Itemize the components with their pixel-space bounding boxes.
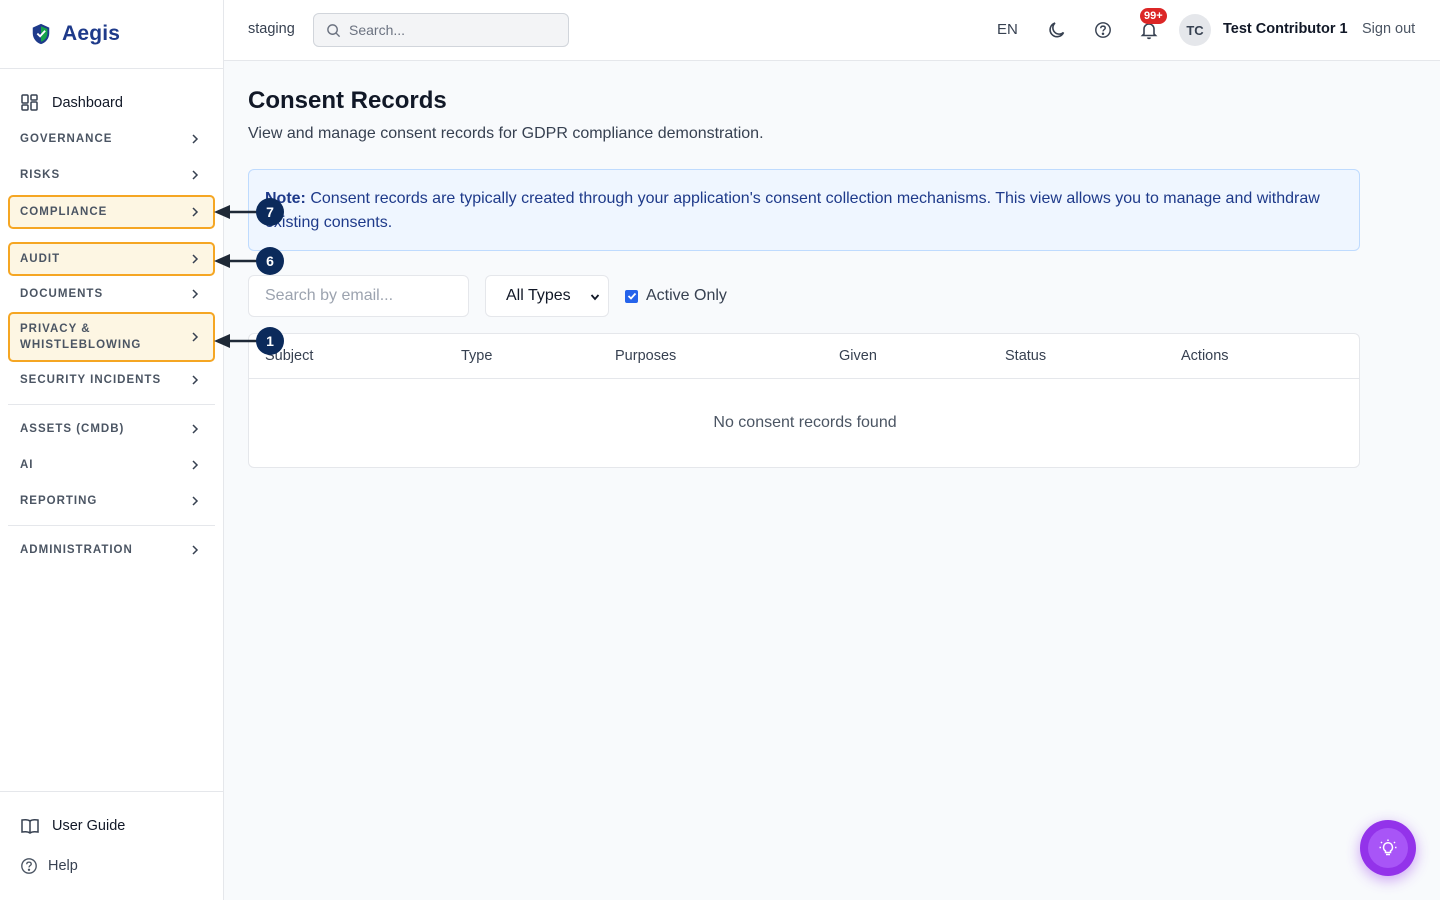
sidebar-section-security-incidents[interactable]: SECURITY INCIDENTS [0, 362, 223, 398]
sidebar-section-governance[interactable]: GOVERNANCE [0, 121, 223, 157]
sidebar-section-risks[interactable]: RISKS [0, 157, 223, 193]
help-label: Help [48, 858, 78, 874]
user-name[interactable]: Test Contributor 1 [1223, 21, 1348, 37]
sidebar-section-label: PRIVACY & WHISTLEBLOWING [20, 323, 142, 351]
chevron-right-icon [192, 496, 199, 506]
sidebar-section-label: SECURITY INCIDENTS [20, 374, 162, 386]
chevron-right-icon [192, 207, 199, 217]
chevron-right-icon [192, 332, 199, 342]
check-icon [627, 292, 636, 300]
sidebar-section-audit[interactable]: AUDIT [8, 242, 215, 276]
sidebar-nav: Dashboard GOVERNANCE RISKS COMPLIANCE AU… [0, 85, 223, 568]
help-circle-icon[interactable] [1094, 21, 1112, 39]
sidebar-item-dashboard[interactable]: Dashboard [0, 85, 223, 121]
info-note: Note: Consent records are typically crea… [248, 169, 1360, 251]
type-select-value: All Types [506, 287, 571, 304]
sidebar-section-label: COMPLIANCE [20, 206, 108, 218]
divider [8, 525, 215, 526]
chevron-right-icon [192, 424, 199, 434]
sidebar-section-assets[interactable]: ASSETS (CMDB) [0, 411, 223, 447]
column-header-type[interactable]: Type [461, 348, 492, 364]
sign-out-button[interactable]: Sign out [1362, 21, 1415, 37]
brand-name: Aegis [62, 22, 121, 45]
notification-badge: 99+ [1140, 8, 1167, 24]
sidebar-section-label: REPORTING [20, 495, 98, 507]
chevron-down-icon [590, 294, 600, 301]
email-search-input[interactable] [248, 275, 469, 317]
empty-state-message: No consent records found [713, 414, 897, 431]
column-header-purposes[interactable]: Purposes [615, 348, 676, 364]
callout-number: 7 [256, 198, 284, 226]
sidebar-section-label: AI [20, 459, 34, 471]
callout-privacy: 1 [214, 327, 284, 355]
page-subtitle: View and manage consent records for GDPR… [248, 125, 764, 142]
sidebar-section-compliance[interactable]: COMPLIANCE [8, 195, 215, 229]
sidebar-section-label: ASSETS (CMDB) [20, 423, 125, 435]
page-title: Consent Records [248, 87, 447, 114]
search-icon [327, 23, 341, 37]
sidebar-section-label: GOVERNANCE [20, 133, 113, 145]
consent-records-table: Subject Type Purposes Given Status Actio… [248, 333, 1360, 468]
active-only-checkbox[interactable] [625, 289, 638, 303]
top-header: staging EN 99+ TC Test Contributor 1 Sig… [224, 0, 1440, 61]
column-header-actions: Actions [1181, 348, 1229, 364]
environment-label: staging [248, 21, 295, 37]
callout-number: 1 [256, 327, 284, 355]
book-icon [21, 818, 39, 834]
note-text: Consent records are typically created th… [265, 190, 1320, 231]
sidebar: Aegis Dashboard GOVERNANCE RISKS COMPLIA… [0, 0, 224, 900]
global-search[interactable] [313, 13, 569, 47]
sidebar-footer: User Guide Help [0, 791, 223, 900]
callout-number: 6 [256, 247, 284, 275]
sidebar-section-privacy[interactable]: PRIVACY & WHISTLEBLOWING [8, 312, 215, 362]
callout-audit: 6 [214, 247, 284, 275]
user-guide-label: User Guide [52, 818, 126, 834]
type-select[interactable]: All Types [485, 275, 609, 317]
user-guide-link[interactable]: User Guide [0, 806, 223, 846]
chevron-right-icon [192, 170, 199, 180]
sidebar-section-administration[interactable]: ADMINISTRATION [0, 532, 223, 568]
sidebar-section-reporting[interactable]: REPORTING [0, 483, 223, 519]
dashboard-grid-icon [21, 94, 38, 111]
table-header: Subject Type Purposes Given Status Actio… [249, 334, 1359, 379]
sidebar-item-label: Dashboard [52, 95, 123, 111]
chevron-right-icon [192, 375, 199, 385]
chevron-right-icon [192, 289, 199, 299]
sidebar-section-label: RISKS [20, 169, 61, 181]
column-header-status[interactable]: Status [1005, 348, 1046, 364]
sidebar-section-ai[interactable]: AI [0, 447, 223, 483]
avatar[interactable]: TC [1179, 14, 1211, 46]
search-input[interactable] [349, 22, 549, 38]
help-link[interactable]: Help [0, 846, 223, 886]
callout-compliance: 7 [214, 198, 284, 226]
shield-logo-icon [32, 23, 50, 45]
sidebar-section-label: DOCUMENTS [20, 288, 104, 300]
chevron-right-icon [192, 460, 199, 470]
active-only-label: Active Only [646, 287, 727, 304]
sidebar-section-label: AUDIT [20, 253, 61, 265]
lightbulb-icon [1379, 839, 1397, 856]
column-header-given[interactable]: Given [839, 348, 877, 364]
chevron-right-icon [192, 545, 199, 555]
question-circle-icon [21, 858, 37, 874]
chevron-right-icon [192, 134, 199, 144]
sidebar-section-label: ADMINISTRATION [20, 544, 133, 556]
divider [8, 404, 215, 405]
sidebar-section-documents[interactable]: DOCUMENTS [0, 276, 223, 312]
language-switcher[interactable]: EN [997, 21, 1018, 38]
assistant-fab[interactable] [1360, 820, 1416, 876]
filters-bar: All Types Active Only [248, 275, 1360, 317]
active-only-toggle[interactable]: Active Only [625, 287, 727, 305]
moon-icon[interactable] [1047, 20, 1067, 40]
chevron-right-icon [192, 254, 199, 264]
brand[interactable]: Aegis [0, 0, 223, 69]
fab-inner [1368, 828, 1408, 868]
